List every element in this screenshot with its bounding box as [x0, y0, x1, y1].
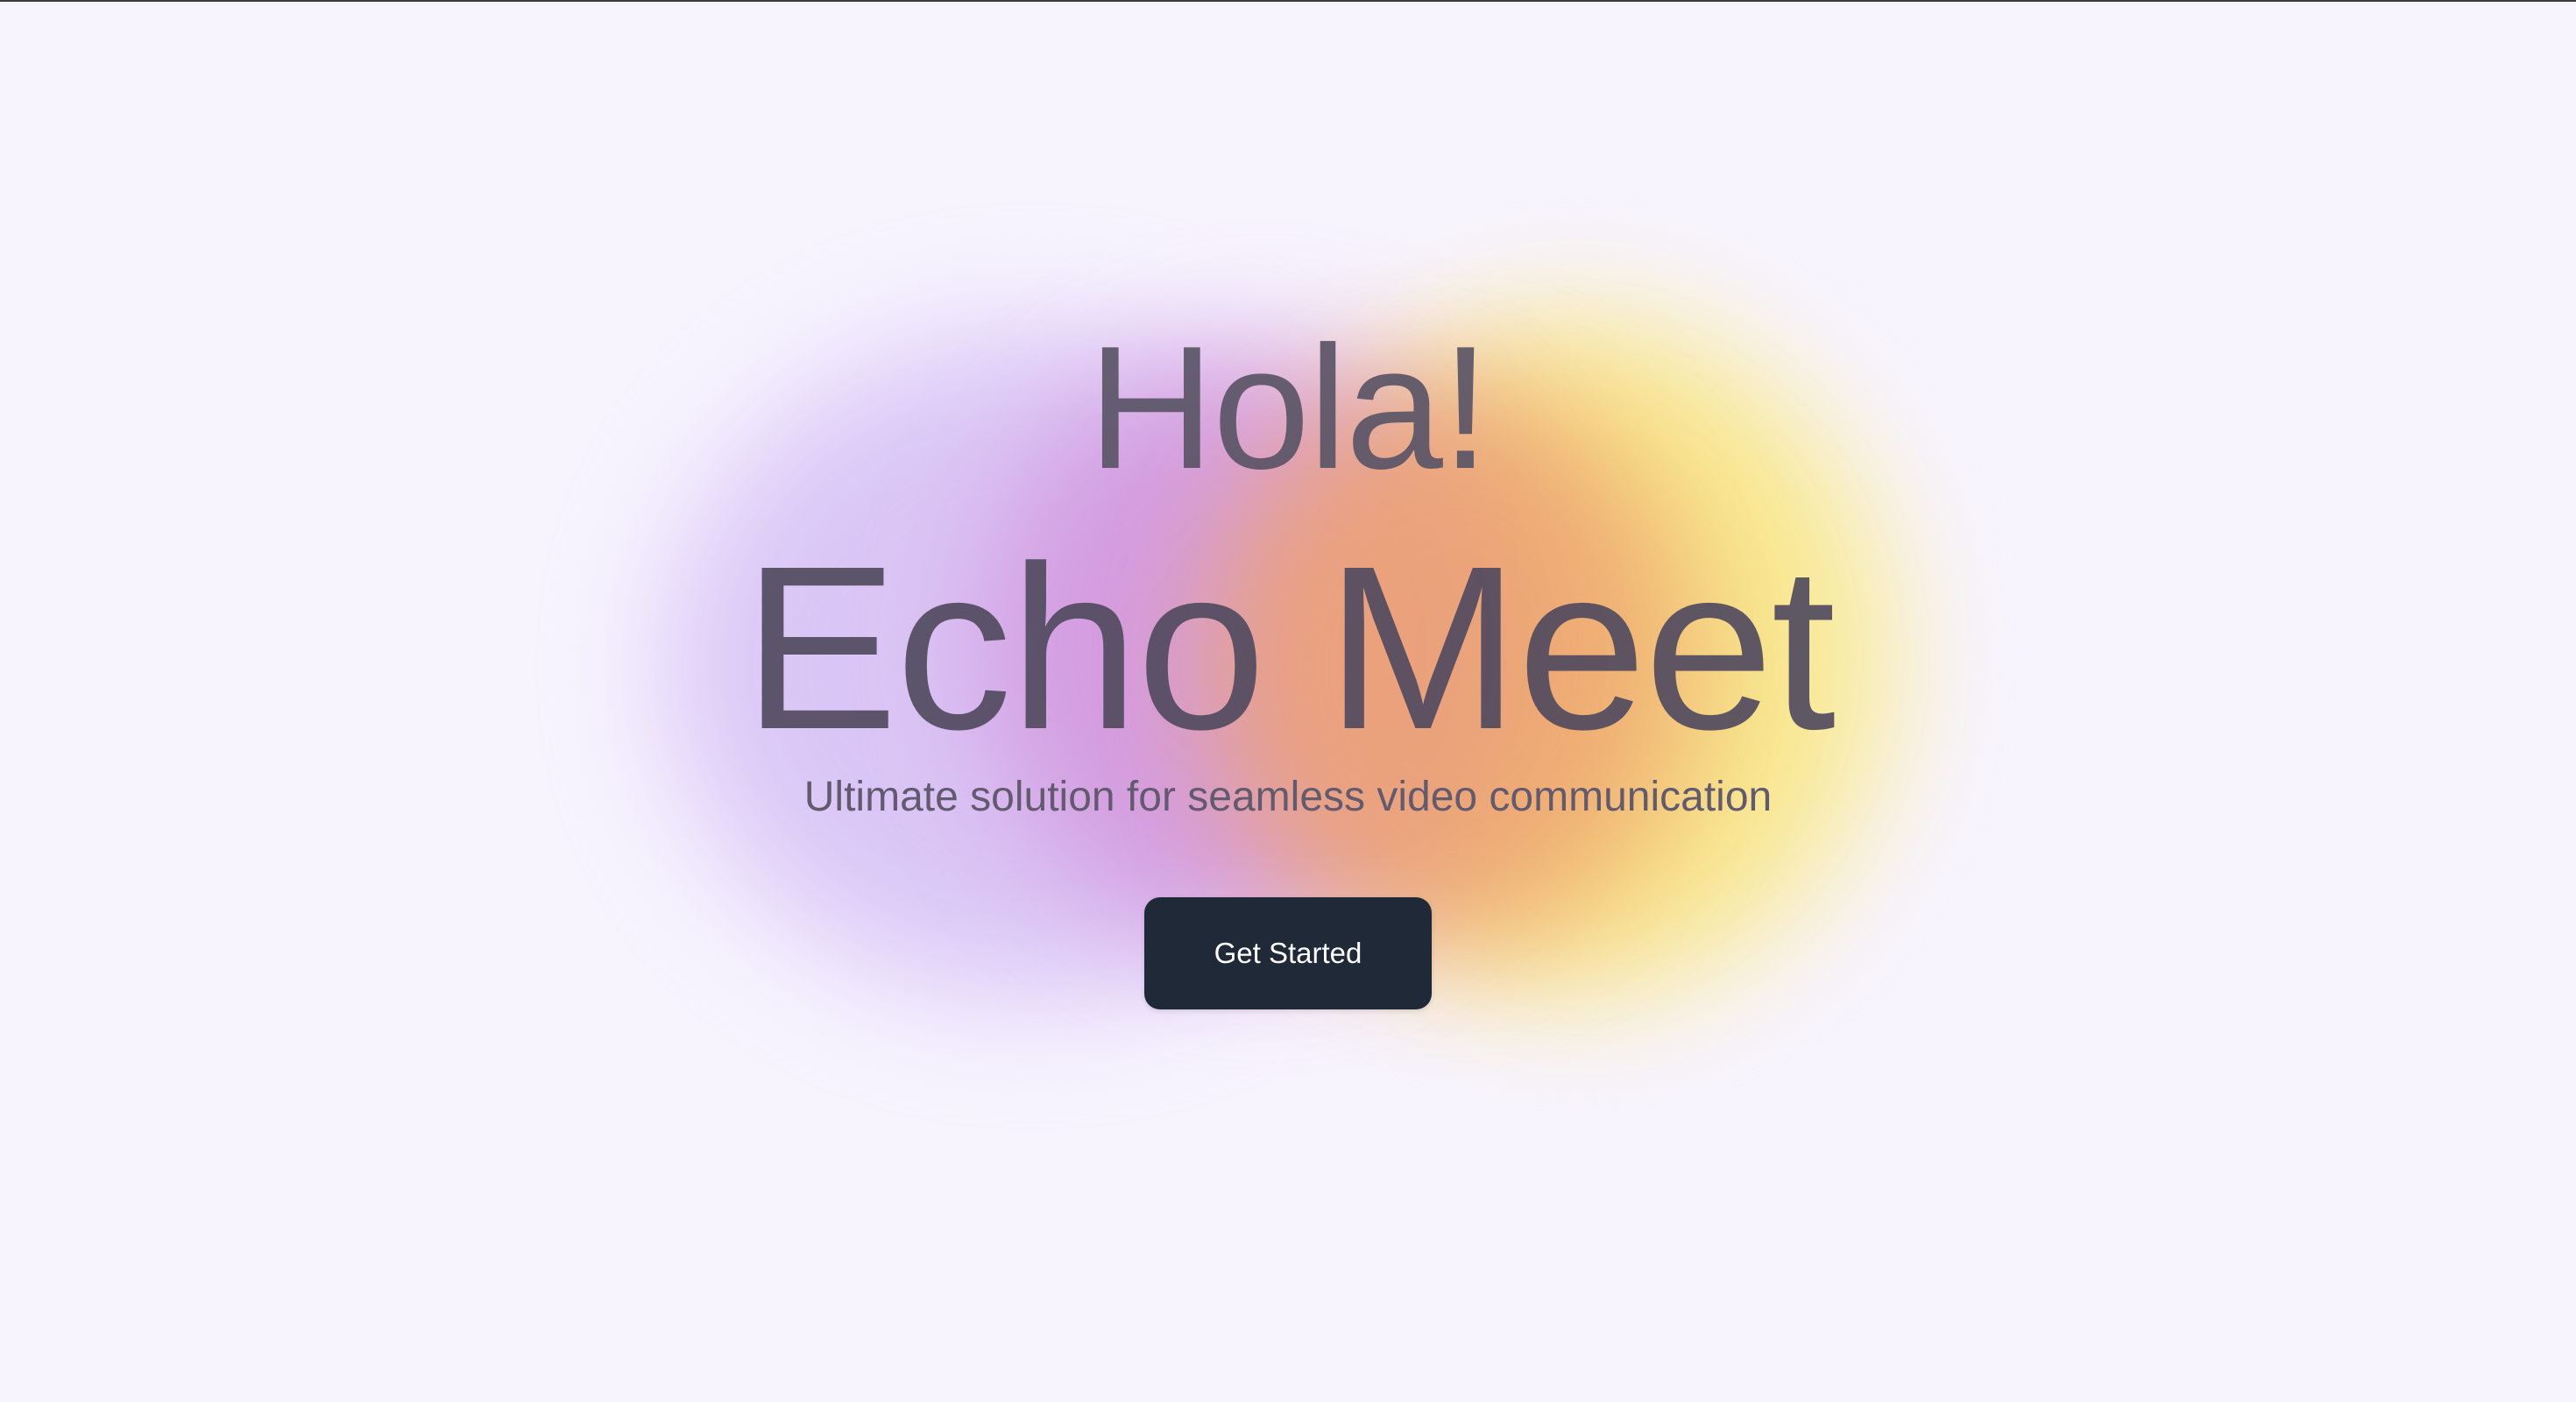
- hero-section: Hola! Echo Meet Ultimate solution for se…: [0, 0, 2576, 1402]
- tagline: Ultimate solution for seamless video com…: [803, 774, 1773, 820]
- greeting-heading: Hola!: [1087, 310, 1490, 506]
- app-title: Echo Meet: [742, 518, 1836, 778]
- get-started-button[interactable]: Get Started: [1144, 897, 1432, 1009]
